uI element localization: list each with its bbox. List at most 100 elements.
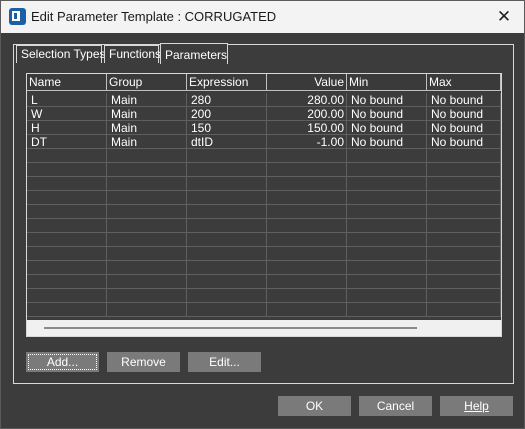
cell-max xyxy=(427,289,501,303)
cell-expression xyxy=(187,247,267,261)
cell-max: No bound xyxy=(427,93,501,107)
table-row[interactable]: DT Main dtID -1.00 No bound No bound xyxy=(27,135,501,149)
cell-value: -1.00 xyxy=(267,135,347,149)
cell-group xyxy=(107,261,187,275)
cell-expression xyxy=(187,261,267,275)
empty-table-row[interactable] xyxy=(27,261,501,275)
add-button[interactable]: Add... xyxy=(26,352,99,372)
column-header-group[interactable]: Group xyxy=(107,74,187,91)
cell-min: No bound xyxy=(347,121,427,135)
table-row[interactable]: W Main 200 200.00 No bound No bound xyxy=(27,107,501,121)
cell-min xyxy=(347,177,427,191)
cell-name xyxy=(27,261,107,275)
empty-table-row[interactable] xyxy=(27,163,501,177)
cell-min: No bound xyxy=(347,107,427,121)
cell-max xyxy=(427,191,501,205)
remove-button[interactable]: Remove xyxy=(107,352,180,372)
cell-max xyxy=(427,247,501,261)
cell-min: No bound xyxy=(347,135,427,149)
cell-min xyxy=(347,247,427,261)
cell-expression xyxy=(187,233,267,247)
tab-functions[interactable]: Functions xyxy=(104,45,161,63)
empty-table-row[interactable] xyxy=(27,233,501,247)
cell-min xyxy=(347,163,427,177)
cell-value xyxy=(267,247,347,261)
cell-name xyxy=(27,205,107,219)
empty-table-row[interactable] xyxy=(27,149,501,163)
cell-name xyxy=(27,149,107,163)
cell-min xyxy=(347,289,427,303)
cell-value: 150.00 xyxy=(267,121,347,135)
cell-min xyxy=(347,191,427,205)
cell-value xyxy=(267,205,347,219)
cell-value: 280.00 xyxy=(267,93,347,107)
cell-group xyxy=(107,303,187,317)
cell-name: L xyxy=(27,93,107,107)
cell-expression xyxy=(187,275,267,289)
help-button[interactable]: Help xyxy=(440,396,513,416)
cell-min: No bound xyxy=(347,93,427,107)
cell-max xyxy=(427,163,501,177)
window-title: Edit Parameter Template : CORRUGATED xyxy=(31,9,277,24)
ok-button[interactable]: OK xyxy=(278,396,351,416)
cell-min xyxy=(347,233,427,247)
cell-name xyxy=(27,289,107,303)
cell-name xyxy=(27,275,107,289)
cell-group xyxy=(107,275,187,289)
table-row[interactable]: H Main 150 150.00 No bound No bound xyxy=(27,121,501,135)
horizontal-scrollbar[interactable] xyxy=(27,320,501,336)
cell-max: No bound xyxy=(427,121,501,135)
title-bar: Edit Parameter Template : CORRUGATED ✕ xyxy=(1,1,524,33)
cell-group: Main xyxy=(107,121,187,135)
cell-value: 200.00 xyxy=(267,107,347,121)
cell-name xyxy=(27,247,107,261)
cell-group xyxy=(107,233,187,247)
cell-name xyxy=(27,303,107,317)
cell-min xyxy=(347,149,427,163)
column-header-value[interactable]: Value xyxy=(267,74,347,91)
scrollbar-thumb[interactable] xyxy=(44,327,417,329)
empty-table-row[interactable] xyxy=(27,205,501,219)
cell-expression xyxy=(187,191,267,205)
empty-table-row[interactable] xyxy=(27,191,501,205)
cell-value xyxy=(267,289,347,303)
cell-group xyxy=(107,149,187,163)
cell-group: Main xyxy=(107,107,187,121)
cell-max xyxy=(427,303,501,317)
parameters-table: Name Group Expression Value Min Max L Mai… xyxy=(26,73,502,337)
empty-table-row[interactable] xyxy=(27,275,501,289)
cell-min xyxy=(347,205,427,219)
empty-table-row[interactable] xyxy=(27,303,501,317)
dialog-window: Edit Parameter Template : CORRUGATED ✕ S… xyxy=(0,0,525,429)
empty-table-row[interactable] xyxy=(27,247,501,261)
cell-expression xyxy=(187,163,267,177)
cell-group xyxy=(107,163,187,177)
cell-max xyxy=(427,177,501,191)
cell-group xyxy=(107,205,187,219)
cell-value xyxy=(267,303,347,317)
cell-name xyxy=(27,163,107,177)
cancel-button[interactable]: Cancel xyxy=(359,396,432,416)
cell-expression xyxy=(187,177,267,191)
empty-table-row[interactable] xyxy=(27,289,501,303)
column-header-min[interactable]: Min xyxy=(347,74,427,91)
cell-name: DT xyxy=(27,135,107,149)
cell-max xyxy=(427,275,501,289)
cell-value xyxy=(267,261,347,275)
close-button[interactable]: ✕ xyxy=(484,1,524,33)
app-logo-icon xyxy=(9,8,26,25)
cell-value xyxy=(267,275,347,289)
column-header-max[interactable]: Max xyxy=(427,74,501,91)
cell-expression xyxy=(187,303,267,317)
table-row[interactable]: L Main 280 280.00 No bound No bound xyxy=(27,93,501,107)
edit-button[interactable]: Edit... xyxy=(188,352,261,372)
tab-parameters[interactable]: Parameters xyxy=(160,43,228,64)
empty-table-row[interactable] xyxy=(27,219,501,233)
cell-min xyxy=(347,303,427,317)
column-header-name[interactable]: Name xyxy=(27,74,107,91)
empty-table-row[interactable] xyxy=(27,177,501,191)
column-header-expression[interactable]: Expression xyxy=(187,74,267,91)
cell-group xyxy=(107,219,187,233)
tab-selection-types[interactable]: Selection Types xyxy=(16,45,106,63)
cell-expression: 150 xyxy=(187,121,267,135)
